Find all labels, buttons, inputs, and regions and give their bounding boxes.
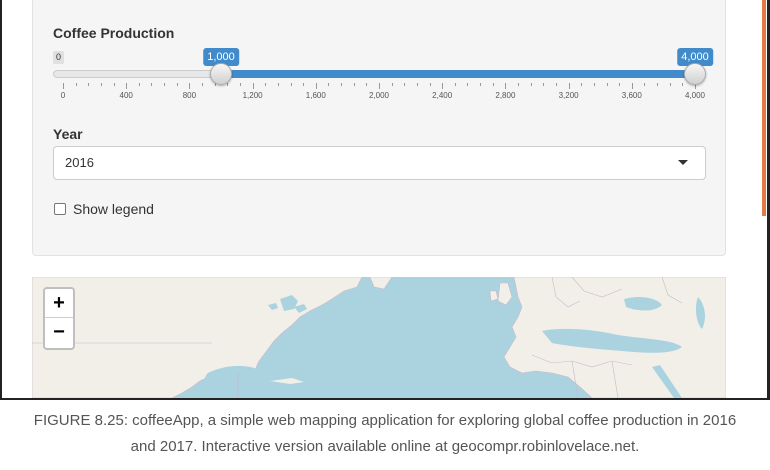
caption-line-2: and 2017. Interactive version available … [130,438,640,455]
slider-selected-range[interactable] [221,70,695,78]
slider-tick-label: 2,000 [368,91,390,100]
slider-minor-tick [88,83,90,86]
slider-minor-tick [328,83,330,86]
year-select-value: 2016 [65,155,94,170]
frame-border-bottom [0,398,770,400]
slider-minor-tick [341,83,343,86]
slider-tick-label: 2,400 [432,91,453,100]
figure-caption: FIGURE 8.25: coffeeApp, a simple web map… [0,408,770,460]
slider-minor-tick [404,83,406,86]
slider-major-tick [505,83,507,89]
slider-tick-label: 400 [119,91,133,100]
slider-low-handle[interactable] [210,63,232,85]
slider-minor-tick [682,83,684,86]
slider-major-tick [63,83,64,89]
slider-minor-tick [75,83,77,86]
slider-min-badge: 0 [53,51,65,64]
zoom-out-button[interactable]: − [45,318,73,347]
slider-minor-tick [606,83,608,86]
slider-tick-label: 3,200 [558,91,579,100]
slider-tick-label: 1,600 [305,91,326,100]
slider-minor-tick [454,83,456,86]
slider-minor-tick [176,83,178,86]
slider-minor-tick [227,83,229,86]
slider-minor-tick [543,83,545,86]
slider-minor-tick [480,83,482,86]
slider-minor-tick [492,83,494,86]
slider-minor-tick [644,83,646,86]
slider-tick-label: 0 [60,91,66,100]
slider-major-tick [631,83,633,89]
slider-major-tick [315,83,317,89]
slider-minor-tick [366,83,368,86]
slider-high-handle[interactable] [684,63,706,85]
slider-tick-label: 2,800 [495,91,516,100]
scrollbar-thumb[interactable] [762,0,766,216]
slider-major-tick [568,83,570,89]
slider-major-tick [126,83,128,89]
slider-minor-tick [416,83,418,86]
slider-minor-tick [164,83,166,86]
app-screenshot: Coffee Production 0 1,000 4,000 0 400 800 1… [0,0,770,400]
zoom-control: + − [43,287,75,350]
slider-minor-tick [657,83,659,86]
caption-line-1: FIGURE 8.25: coffeeApp, a simple web map… [33,412,737,429]
slider-minor-tick [581,83,583,86]
slider-minor-tick [593,83,595,86]
slider-minor-tick [202,83,204,86]
slider-minor-tick [151,83,153,86]
show-legend-label[interactable]: Show legend [73,201,154,217]
sidebar-panel: Coffee Production 0 1,000 4,000 0 400 800 1… [32,0,726,256]
slider-minor-tick [100,83,102,86]
slider-minor-tick [113,83,115,86]
slider-minor-tick [518,83,520,86]
slider-minor-tick [619,83,621,86]
world-map[interactable]: + − [32,277,726,398]
slider-minor-tick [265,83,267,86]
slider-minor-tick [138,83,140,86]
slider-tick-label: 4,000 [684,91,706,100]
slider-minor-tick [391,83,393,86]
slider-tick-label: 1,200 [242,91,263,100]
show-legend-checkbox[interactable] [54,203,66,215]
slider-minor-tick [353,83,355,86]
zoom-in-button[interactable]: + [45,289,73,318]
slider-major-tick [189,83,191,89]
slider-minor-tick [429,83,431,86]
slider-minor-tick [467,83,469,86]
slider-minor-tick [303,83,305,86]
slider-minor-tick [530,83,532,86]
slider-minor-tick [290,83,292,86]
slider-minor-tick [239,83,241,86]
slider-minor-tick [277,83,279,86]
slider-tick-label: 3,600 [621,91,642,100]
slider-major-tick [442,83,444,89]
slider-minor-tick [555,83,557,86]
caret-down-icon [678,160,688,165]
year-select[interactable]: 2016 [53,146,706,180]
slider-major-tick [379,83,380,89]
map-tiles [32,277,726,398]
year-label: Year [53,126,83,142]
coffee-production-label: Coffee Production [53,25,175,41]
slider-major-tick [252,83,254,89]
frame-border-left [0,0,2,400]
slider-tick-label: 800 [182,91,197,100]
slider-minor-tick [669,83,671,86]
